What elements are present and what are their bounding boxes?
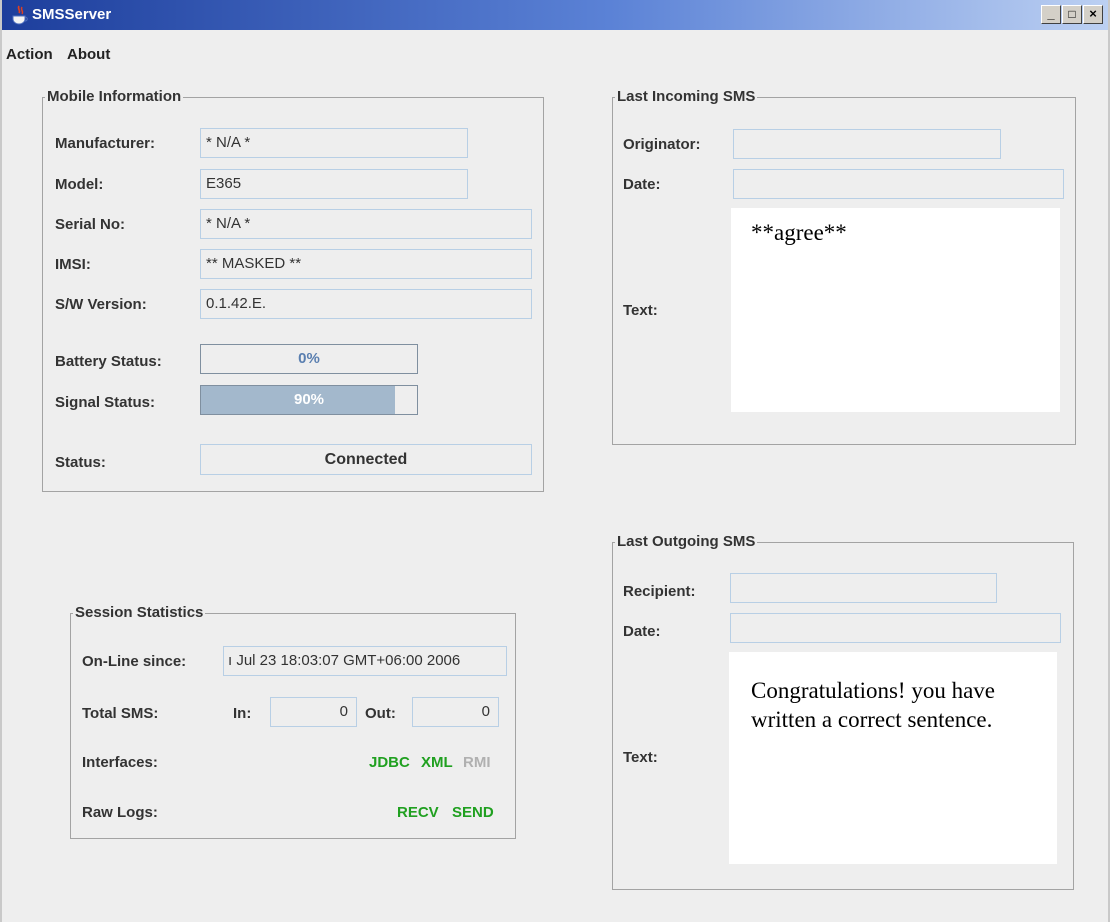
model-label: Model: [55,176,104,193]
title-bar[interactable]: SMSServer _ □ × [2,0,1108,30]
incoming-sms-legend: Last Incoming SMS [615,88,758,105]
recipient-field[interactable] [730,573,997,603]
outgoing-text-area[interactable]: Congratulations! you have written a corr… [729,652,1057,864]
status-field: Connected [200,444,532,475]
session-statistics-panel: Session Statistics On-Line since: ı Jul … [70,604,516,839]
incoming-text-area[interactable]: **agree** [731,208,1060,412]
sw-version-label: S/W Version: [55,296,147,313]
incoming-date-label: Date: [623,176,661,193]
outgoing-sms-legend: Last Outgoing SMS [615,533,758,550]
interfaces-label: Interfaces: [82,754,158,771]
online-since-field[interactable]: ı Jul 23 18:03:07 GMT+06:00 2006 [223,646,507,676]
manufacturer-label: Manufacturer: [55,135,156,152]
close-button[interactable]: × [1083,5,1103,24]
sms-in-label: In: [233,705,252,722]
incoming-sms-panel: Last Incoming SMS Originator: Date: Text… [612,88,1076,445]
smsserver-window: SMSServer _ □ × Action About Mobile Info… [0,0,1110,922]
originator-field[interactable] [733,129,1001,159]
mobile-information-legend: Mobile Information [45,88,184,105]
outgoing-date-field[interactable] [730,613,1061,643]
signal-status-label: Signal Status: [55,394,156,411]
incoming-date-field[interactable] [733,169,1064,199]
serial-field[interactable]: * N/A * [200,209,532,239]
imsi-field[interactable]: ** MASKED ** [200,249,532,279]
menu-bar: Action About [2,30,1108,63]
sms-in-field[interactable]: 0 [270,697,357,727]
signal-progress-bar: 90% [200,385,418,415]
recipient-label: Recipient: [623,583,696,600]
interface-xml: XML [421,754,453,771]
outgoing-sms-panel: Last Outgoing SMS Recipient: Date: Text:… [612,533,1074,890]
outgoing-text-label: Text: [623,749,658,766]
manufacturer-field[interactable]: * N/A * [200,128,468,158]
menu-action[interactable]: Action [6,46,53,63]
minimize-button[interactable]: _ [1041,5,1061,24]
raw-logs-label: Raw Logs: [82,804,158,821]
raw-log-send[interactable]: SEND [452,804,494,821]
model-field[interactable]: E365 [200,169,468,199]
battery-progress-text: 0% [298,350,320,367]
menu-about[interactable]: About [67,46,110,63]
battery-status-label: Battery Status: [55,353,162,370]
outgoing-date-label: Date: [623,623,661,640]
sms-out-label: Out: [365,705,396,722]
mobile-information-panel: Mobile Information Manufacturer: * N/A *… [42,88,544,492]
window-title: SMSServer [32,6,112,23]
battery-progress-bar: 0% [200,344,418,374]
signal-progress-text: 90% [293,391,325,408]
status-label: Status: [55,454,106,471]
raw-log-recv[interactable]: RECV [397,804,439,821]
originator-label: Originator: [623,136,701,153]
serial-label: Serial No: [55,216,126,233]
interface-rmi: RMI [463,754,491,771]
interface-jdbc: JDBC [369,754,410,771]
online-since-label: On-Line since: [82,653,187,670]
maximize-button[interactable]: □ [1062,5,1082,24]
incoming-text-label: Text: [623,302,658,319]
session-statistics-legend: Session Statistics [73,604,206,621]
sw-version-field[interactable]: 0.1.42.E. [200,289,532,319]
imsi-label: IMSI: [55,256,91,273]
sms-out-field[interactable]: 0 [412,697,499,727]
java-cup-icon [12,5,28,25]
total-sms-label: Total SMS: [82,705,159,722]
